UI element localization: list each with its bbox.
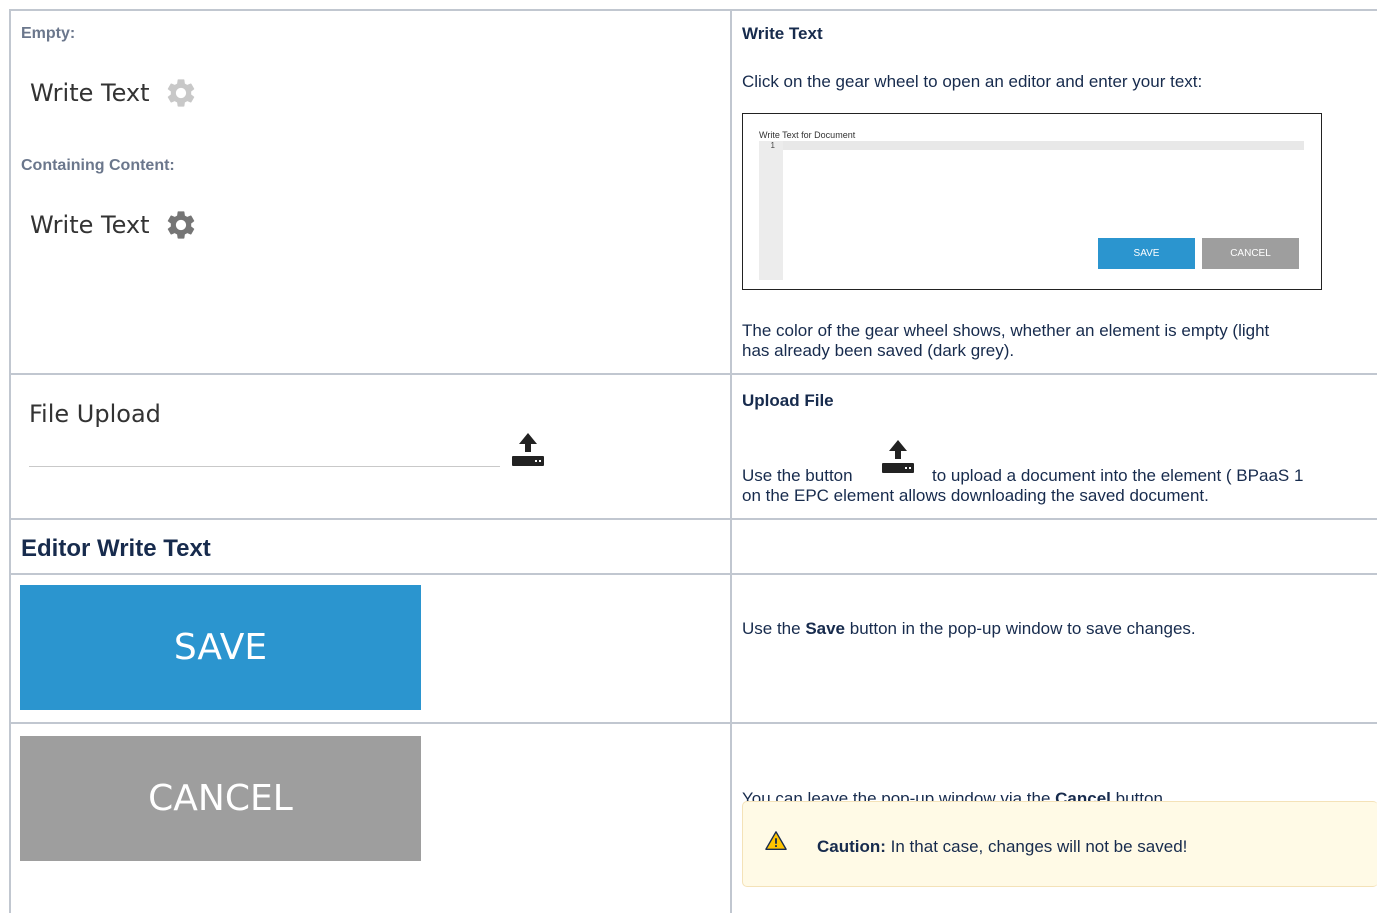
write-text-intro: Click on the gear wheel to open an edito… <box>742 72 1203 91</box>
save-desc-pre: Use the <box>742 619 806 638</box>
table-border <box>9 722 1377 724</box>
table-border <box>9 9 11 913</box>
editor-screenshot: Write Text for Document 1 SAVE CANCEL <box>742 113 1322 290</box>
write-text-empty-label: Write Text <box>30 79 150 107</box>
upload-desc-part2: to upload a document into the element ( … <box>932 466 1304 485</box>
upload-file-heading: Upload File <box>742 391 834 410</box>
gear-icon-dark[interactable] <box>164 208 198 242</box>
upload-icon[interactable] <box>509 430 547 468</box>
cancel-button-image: CANCEL <box>20 736 421 861</box>
table-border <box>9 573 1377 575</box>
line-number: 1 <box>770 141 775 150</box>
table-border <box>9 373 1377 375</box>
containing-content-label: Containing Content: <box>21 157 175 174</box>
editor-gutter: 1 <box>759 141 783 280</box>
write-text-filled-label: Write Text <box>30 211 150 239</box>
editor-save-button: SAVE <box>1098 238 1195 269</box>
save-desc-bold: Save <box>805 619 846 638</box>
file-upload-underline[interactable] <box>29 466 500 467</box>
gear-color-text-line1: The color of the gear wheel shows, wheth… <box>742 321 1270 340</box>
warning-icon <box>765 831 787 850</box>
editor-title: Write Text for Document <box>759 130 856 140</box>
content-table: Empty: Write Text Containing Content: Wr… <box>9 9 1377 913</box>
gear-icon-light[interactable] <box>164 76 198 110</box>
upload-icon-inline <box>882 440 914 473</box>
editor-cancel-button: CANCEL <box>1202 238 1299 269</box>
table-border <box>9 518 1377 520</box>
editor-active-line[interactable] <box>783 141 1304 150</box>
caution-panel: Caution: In that case, changes will not … <box>742 801 1377 887</box>
caution-bold: Caution: <box>817 837 886 856</box>
empty-label: Empty: <box>21 25 76 42</box>
upload-desc-part1: Use the button <box>742 466 853 485</box>
save-button-image: SAVE <box>20 585 421 710</box>
write-text-heading: Write Text <box>742 24 823 43</box>
gear-color-text-line2: has already been saved (dark grey). <box>742 341 1015 360</box>
file-upload-label: File Upload <box>29 400 161 428</box>
table-border <box>9 9 1377 11</box>
upload-desc-line2: on the EPC element allows downloading th… <box>742 486 1209 505</box>
save-desc-post: button in the pop-up window to save chan… <box>845 619 1196 638</box>
caution-message: In that case, changes will not be saved! <box>885 837 1188 856</box>
editor-section-heading: Editor Write Text <box>21 535 211 562</box>
save-desc: Use the Save button in the pop-up window… <box>742 619 1196 639</box>
caution-text: Caution: In that case, changes will not … <box>817 837 1187 857</box>
table-border <box>730 9 732 913</box>
